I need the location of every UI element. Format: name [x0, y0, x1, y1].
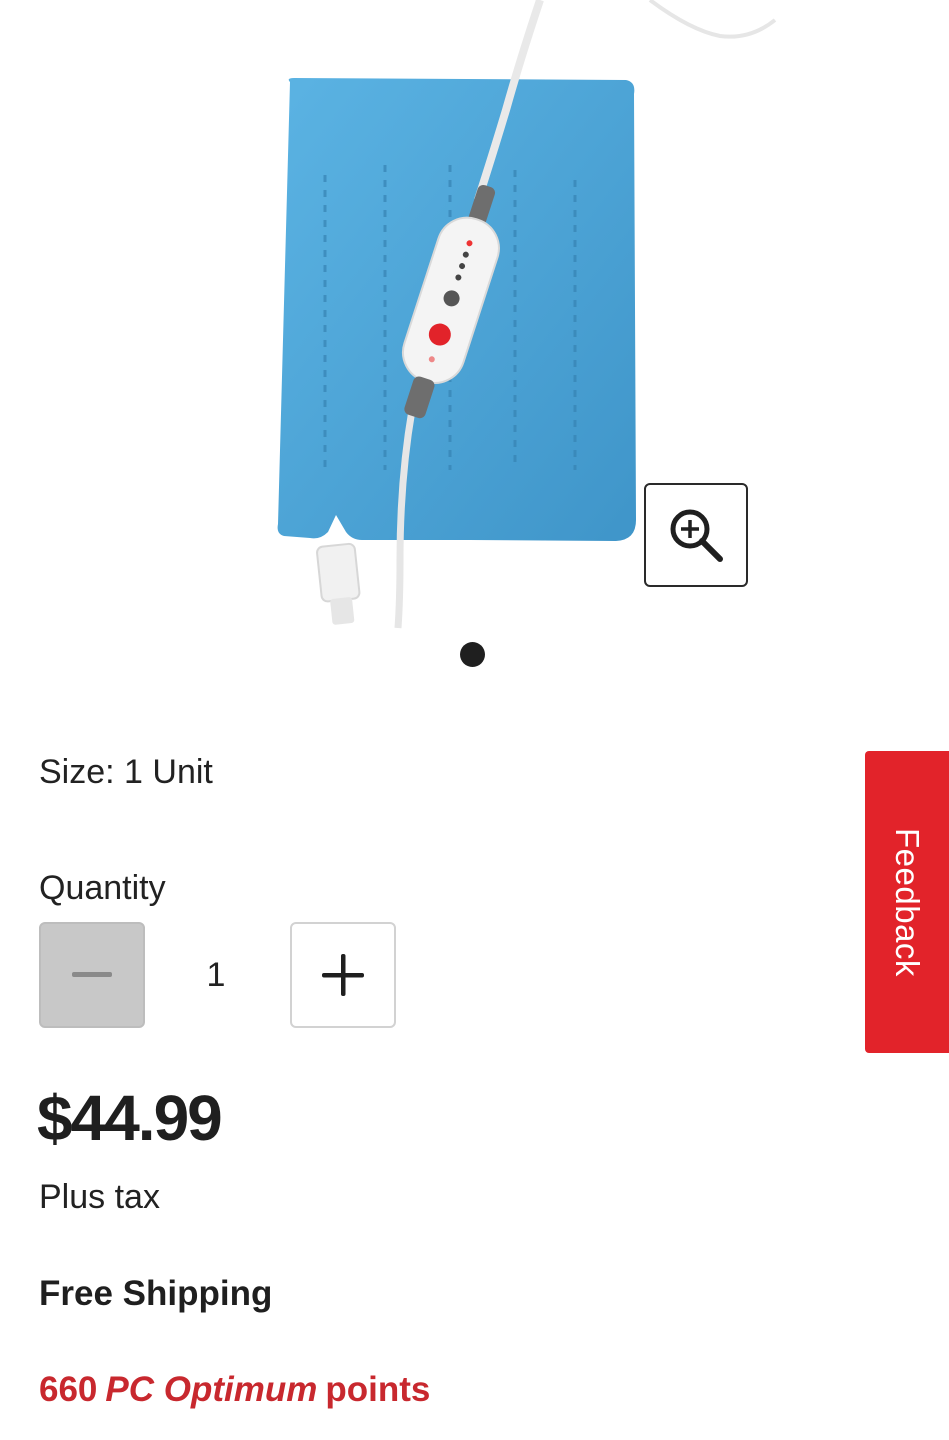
points-count: 660 — [39, 1370, 98, 1409]
feedback-tab[interactable]: Feedback — [865, 751, 949, 1053]
optimum-points: 660 PC Optimum points — [39, 1367, 430, 1413]
tax-note: Plus tax — [39, 1178, 160, 1216]
minus-icon — [72, 972, 112, 977]
points-suffix: points — [325, 1370, 431, 1409]
feedback-label: Feedback — [889, 827, 926, 977]
shipping-info: Free Shipping — [39, 1274, 273, 1313]
price: $44.99 — [37, 1082, 223, 1154]
quantity-value: 1 — [206, 956, 226, 994]
carousel-dot-active[interactable] — [460, 642, 485, 667]
points-brand: PC Optimum — [105, 1370, 318, 1409]
increase-quantity-button[interactable] — [290, 922, 396, 1028]
zoom-in-icon — [670, 509, 723, 562]
plus-icon — [322, 954, 364, 996]
quantity-label: Quantity — [39, 869, 166, 907]
zoom-button[interactable] — [644, 483, 748, 587]
size-label: Size: 1 Unit — [39, 753, 213, 791]
decrease-quantity-button[interactable] — [39, 922, 145, 1028]
